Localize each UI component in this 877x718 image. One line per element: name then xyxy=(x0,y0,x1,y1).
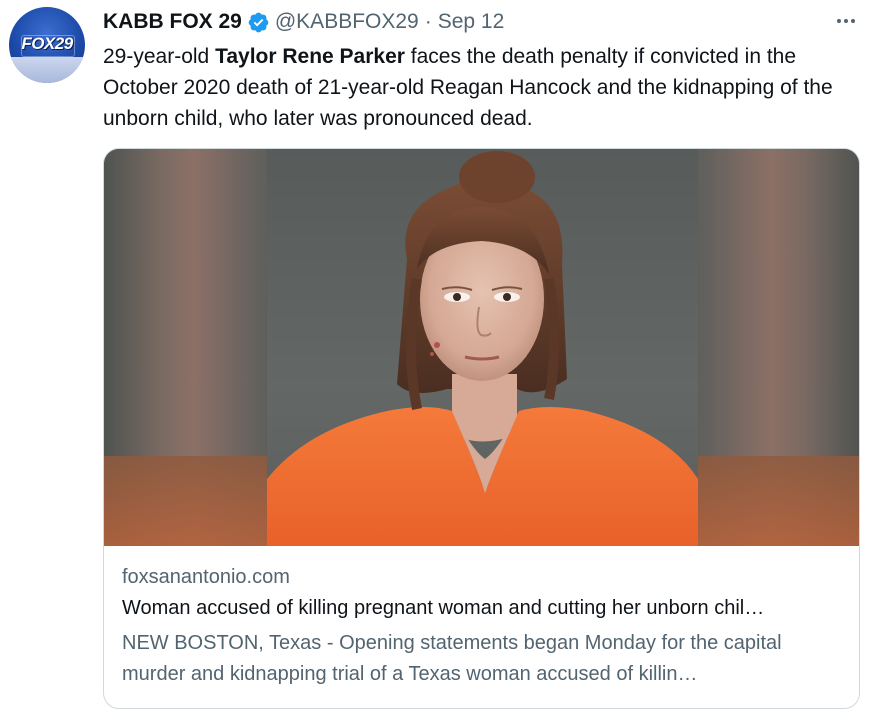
card-title[interactable]: Woman accused of killing pregnant woman … xyxy=(122,597,842,620)
avatar[interactable]: FOX29 xyxy=(9,7,85,83)
link-preview-card[interactable]: foxsanantonio.com Woman accused of killi… xyxy=(103,148,860,709)
avatar-logo-text: FOX29 xyxy=(21,34,73,53)
separator-dot: · xyxy=(424,10,432,33)
more-dot xyxy=(837,19,841,23)
more-options-icon[interactable] xyxy=(833,8,859,34)
blur-orange-band xyxy=(104,456,267,546)
tweet-date[interactable]: Sep 12 xyxy=(438,10,505,34)
mugshot-illustration xyxy=(267,151,698,546)
display-name[interactable]: KABB FOX 29 xyxy=(103,10,242,34)
more-dot xyxy=(844,19,848,23)
tweet-text-bold-name: Taylor Rene Parker xyxy=(215,45,405,68)
avatar-shine xyxy=(9,57,85,83)
card-image-blur-left xyxy=(104,149,267,546)
blur-orange-band xyxy=(698,456,859,546)
mugshot-photo xyxy=(267,149,698,546)
tweet-text-prefix: 29-year-old xyxy=(103,45,216,68)
handle[interactable]: @KABBFOX29 xyxy=(275,10,419,34)
card-description: NEW BOSTON, Texas - Opening statements b… xyxy=(122,632,782,685)
tweet-header: KABB FOX 29 @KABBFOX29 · Sep 12 xyxy=(103,8,504,36)
more-dot xyxy=(851,19,855,23)
verified-badge-icon xyxy=(248,12,269,32)
card-image[interactable] xyxy=(104,149,859,546)
tweet[interactable]: FOX29 KABB FOX 29 @KABBFOX29 · Sep 12 29… xyxy=(0,0,877,718)
card-domain: foxsanantonio.com xyxy=(122,566,290,588)
card-image-blur-right xyxy=(698,149,859,546)
tweet-text: 29-year-old Taylor Rene Parker faces the… xyxy=(103,41,863,134)
